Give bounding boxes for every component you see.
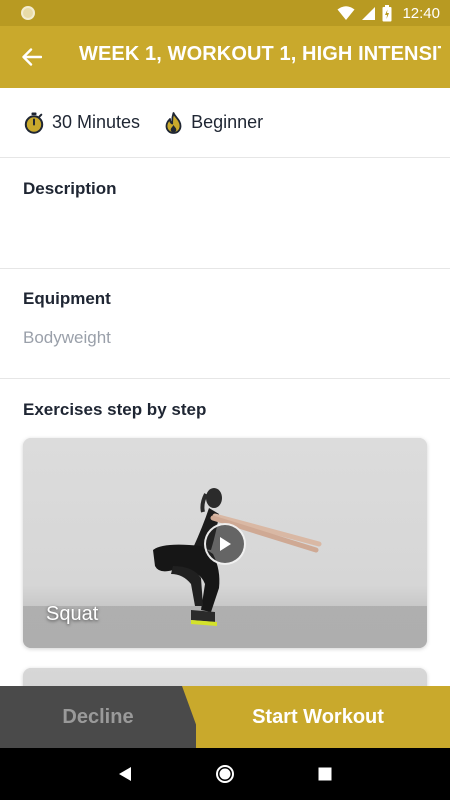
level-text: Beginner — [191, 112, 264, 132]
circle-home-icon — [216, 765, 234, 783]
equipment-section: Equipment Bodyweight — [0, 269, 450, 379]
workout-meta: 30 Minutes Beginner — [0, 88, 450, 158]
play-icon — [220, 537, 231, 551]
stopwatch-icon — [24, 112, 44, 134]
start-workout-button[interactable]: Start Workout — [182, 686, 450, 748]
equipment-value: Bodyweight — [23, 328, 111, 347]
page-title: WEEK 1, WORKOUT 1, HIGH INTENSITY I.. — [79, 43, 441, 65]
duration-item: 30 Minutes — [24, 112, 140, 134]
battery-icon — [382, 4, 392, 21]
flame-icon — [165, 111, 182, 134]
exercise-card[interactable]: Squat — [23, 438, 427, 648]
status-time: 12:40 — [402, 4, 440, 22]
status-icons: 12:40 — [337, 4, 440, 22]
cell-signal-icon — [362, 7, 376, 20]
description-title: Description — [23, 179, 117, 198]
play-button[interactable] — [204, 523, 246, 565]
wifi-icon — [337, 6, 355, 20]
nav-back-button[interactable] — [105, 754, 145, 794]
action-bar: Decline Start Workout — [0, 686, 450, 748]
arrow-left-icon — [22, 48, 42, 66]
duration-text: 30 Minutes — [52, 112, 141, 132]
app-bar: WEEK 1, WORKOUT 1, HIGH INTENSITY I.. — [0, 26, 450, 88]
nav-recents-button[interactable] — [305, 754, 345, 794]
equipment-title: Equipment — [23, 289, 111, 308]
back-button[interactable] — [14, 39, 50, 75]
start-workout-label: Start Workout — [252, 705, 384, 728]
triangle-back-icon — [119, 767, 131, 781]
notification-icon — [21, 6, 35, 20]
nav-home-button[interactable] — [205, 754, 245, 794]
square-recents-icon — [318, 767, 332, 781]
exercise-name: Squat — [46, 603, 99, 625]
status-bar: 12:40 — [0, 0, 450, 26]
decline-button[interactable]: Decline — [0, 686, 196, 748]
navigation-bar — [0, 748, 450, 800]
description-section: Description — [0, 159, 450, 269]
level-item: Beginner — [164, 111, 264, 134]
decline-label: Decline — [62, 705, 134, 728]
exercises-title: Exercises step by step — [23, 400, 207, 419]
